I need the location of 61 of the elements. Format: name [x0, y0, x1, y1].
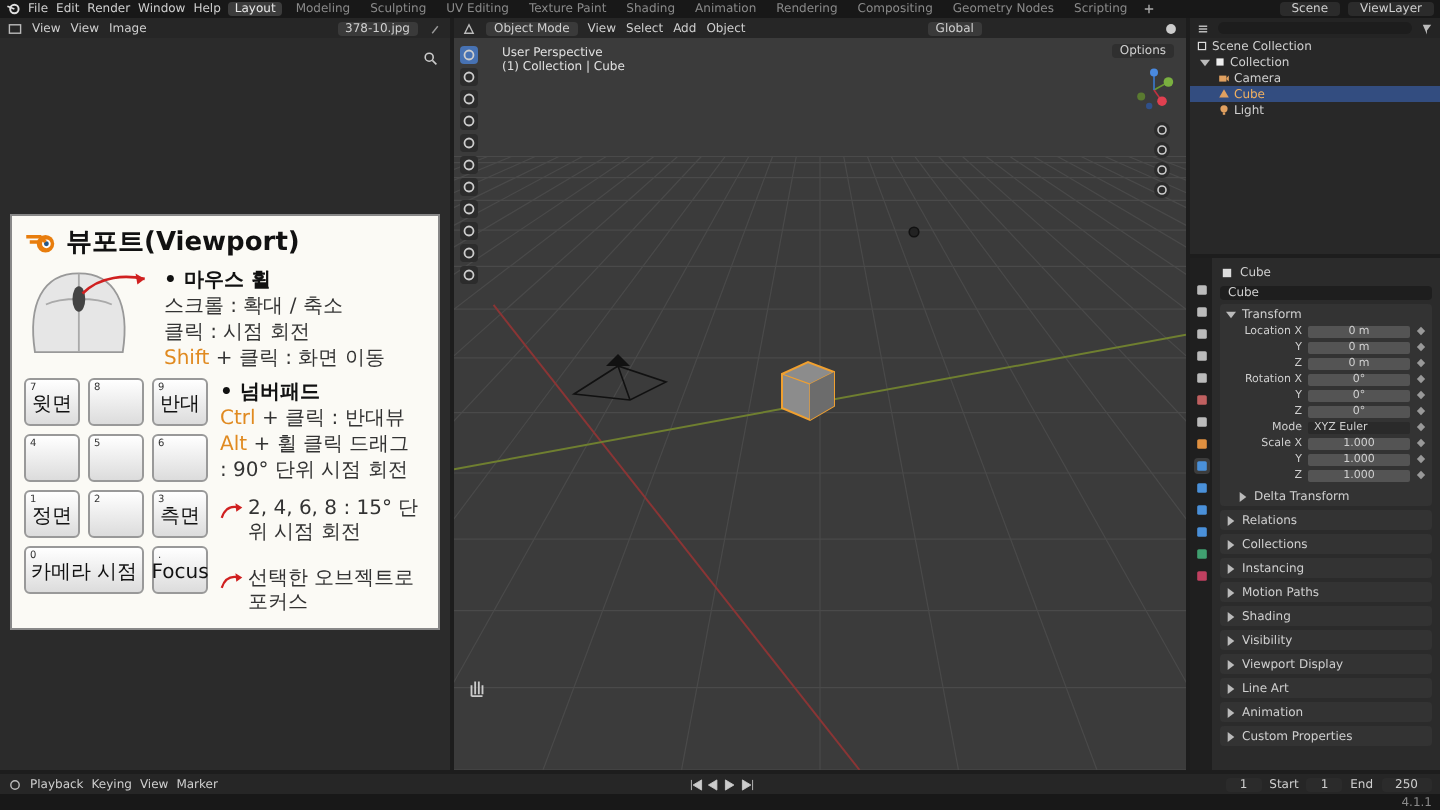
shortcut-line: 2, 4, 6, 8 : 15° 단위 시점 회전 — [248, 498, 421, 546]
expand-arrow-icon[interactable] — [1238, 491, 1248, 501]
shortcut-line: 스크롤 : 확대 / 축소 — [164, 296, 345, 320]
tool-icon[interactable] — [460, 134, 478, 152]
tool-icon[interactable] — [460, 222, 478, 240]
expand-arrow-icon[interactable] — [1226, 611, 1236, 621]
object-icon — [1220, 265, 1234, 279]
light-drawing — [906, 224, 922, 240]
expand-arrow-icon[interactable] — [1226, 587, 1236, 597]
editor-type-icon[interactable] — [462, 21, 476, 35]
zoom-icon[interactable] — [422, 50, 438, 66]
expand-arrow-icon[interactable] — [1226, 309, 1236, 319]
key-label: 카메라 시점 — [30, 562, 138, 586]
tool-icon[interactable] — [460, 112, 478, 130]
expand-arrow-icon[interactable] — [1226, 563, 1236, 573]
tool-icon[interactable] — [460, 156, 478, 174]
tool-icon[interactable] — [460, 200, 478, 218]
key-label: 윗면 — [32, 394, 72, 418]
blender-logo-icon[interactable] — [6, 2, 20, 16]
expand-arrow-icon[interactable] — [1226, 539, 1236, 549]
add-icon[interactable] — [1141, 2, 1156, 16]
expand-arrow-icon[interactable] — [1226, 707, 1236, 717]
shortcut-line: 선택한 오브젝트로 포커스 — [248, 568, 417, 616]
expand-arrow-icon[interactable] — [1200, 57, 1210, 67]
clock-icon[interactable] — [8, 777, 22, 791]
triangle-mesh-icon — [1218, 88, 1230, 100]
light-bulb-icon — [1218, 104, 1230, 116]
expand-arrow-icon[interactable] — [1226, 683, 1236, 693]
pin-icon[interactable] — [428, 21, 442, 35]
tool-icon[interactable] — [460, 178, 478, 196]
tool-icon[interactable] — [460, 68, 478, 86]
shortcut-line: Alt + 휠 클릭 드래그 — [220, 434, 412, 458]
camera-drawing — [570, 350, 670, 402]
key-label: 측면 — [160, 506, 200, 530]
curved-arrow-icon — [220, 572, 244, 590]
shortcut-line: Shift + 클릭 : 화면 이동 — [164, 348, 385, 372]
hand-cursor-icon — [466, 676, 488, 698]
camera-icon — [1218, 72, 1230, 84]
playback-controls-icon[interactable] — [687, 777, 756, 791]
tool-icon[interactable] — [460, 244, 478, 262]
shortcut-line: : 90° 단위 시점 회전 — [220, 460, 410, 484]
key-label: 반대 — [160, 394, 200, 418]
key-label: Focus — [151, 562, 209, 586]
card-title: 뷰포트(Viewport) — [66, 226, 300, 260]
shading-icon[interactable] — [1164, 21, 1178, 35]
key-label: 정면 — [32, 506, 72, 530]
section-heading: • 넘버패드 — [220, 380, 322, 406]
editor-type-icon[interactable] — [8, 21, 22, 35]
section-heading: • 마우스 휠 — [164, 268, 273, 294]
expand-arrow-icon[interactable] — [1226, 515, 1236, 525]
shortcut-line: Ctrl + 클릭 : 반대뷰 — [220, 408, 407, 432]
tool-icon[interactable] — [460, 46, 478, 64]
expand-arrow-icon[interactable] — [1226, 659, 1236, 669]
editor-type-icon[interactable] — [1196, 21, 1210, 35]
expand-arrow-icon[interactable] — [1226, 731, 1236, 741]
shortcut-line: 클릭 : 시점 회전 — [164, 322, 312, 346]
tool-icon[interactable] — [460, 266, 478, 284]
curved-arrow-icon — [220, 502, 244, 520]
cube-drawing — [778, 358, 838, 422]
expand-arrow-icon[interactable] — [1226, 635, 1236, 645]
tool-icon[interactable] — [460, 90, 478, 108]
